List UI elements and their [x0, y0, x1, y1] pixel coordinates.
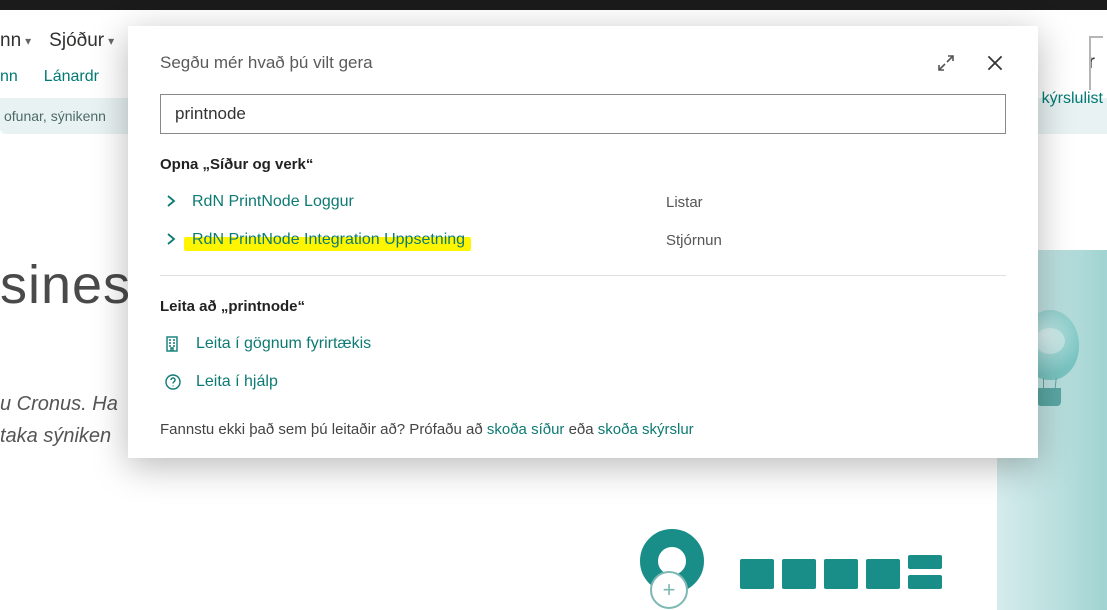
result-label: RdN PrintNode Loggur [192, 193, 354, 211]
close-button[interactable] [980, 48, 1010, 78]
building-icon [164, 335, 182, 353]
page-fold-icon [1089, 36, 1103, 90]
band-text: ofunar, sýnikenn [4, 108, 106, 124]
nav-item-label: Sjóður [49, 30, 104, 52]
tell-me-dialog: Segðu mér hvað þú vilt gera Opna „Síður … [128, 26, 1038, 458]
dialog-header-actions [932, 48, 1010, 78]
dialog-header: Segðu mér hvað þú vilt gera [128, 26, 1038, 86]
subnav-item-lanardr[interactable]: Lánardr [44, 68, 99, 86]
explore-pages-link[interactable]: skoða síður [487, 421, 565, 438]
nav-item-partial-left[interactable]: nn ▾ [0, 30, 31, 52]
nav-item-label: nn [0, 30, 21, 52]
subnav-item-right-partial[interactable]: kýrslulist [1042, 90, 1103, 108]
dialog-title: Segðu mér hvað þú vilt gera [160, 53, 373, 73]
close-icon [984, 52, 1006, 74]
highlight-mark [184, 237, 471, 251]
search-in-help-label: Leita í hjálp [196, 373, 278, 391]
result-category: Stjórnun [666, 232, 1006, 249]
search-result-row[interactable]: RdN PrintNode Integration Uppsetning Stj… [160, 221, 1006, 259]
search-input[interactable] [173, 103, 993, 125]
bg-chart-shapes: + [560, 539, 1107, 609]
chevron-right-icon [164, 194, 178, 211]
chevron-down-icon: ▾ [25, 34, 31, 48]
expand-button[interactable] [932, 49, 960, 77]
search-in-company-data[interactable]: Leita í gögnum fyrirtækis [160, 325, 1006, 363]
search-box[interactable] [160, 94, 1006, 134]
search-for-section: Leita að „printnode“ Leita í gögnum fyri… [128, 276, 1038, 401]
subnav-item[interactable]: nn [0, 68, 18, 86]
help-icon [164, 373, 182, 391]
search-in-help[interactable]: Leita í hjálp [160, 363, 1006, 401]
footer-text-prefix: Fannstu ekki það sem þú leitaðir að? Pró… [160, 421, 487, 438]
plus-glyph: + [663, 579, 676, 601]
result-label: RdN PrintNode Integration Uppsetning [192, 231, 465, 249]
footer-text-sep: eða [564, 421, 597, 438]
chevron-down-icon: ▾ [108, 34, 114, 48]
chevron-right-icon [164, 232, 178, 249]
nav-item-sjodur[interactable]: Sjóður ▾ [49, 30, 114, 52]
open-pages-section: Opna „Síður og verk“ RdN PrintNode Loggu… [128, 134, 1038, 259]
search-result-row[interactable]: RdN PrintNode Loggur Listar [160, 183, 1006, 221]
add-circle-icon[interactable]: + [650, 571, 688, 609]
section-title-search: Leita að „printnode“ [160, 298, 1006, 315]
top-dark-bar [0, 0, 1107, 10]
explore-reports-link[interactable]: skoða skýrslur [598, 421, 694, 438]
dialog-footer-hint: Fannstu ekki það sem þú leitaðir að? Pró… [128, 401, 1038, 446]
balloon-basket [1037, 388, 1061, 406]
result-category: Listar [666, 194, 1006, 211]
bar-chart-icon [740, 543, 942, 589]
search-in-company-label: Leita í gögnum fyrirtækis [196, 335, 371, 353]
expand-icon [936, 53, 956, 73]
section-title-open: Opna „Síður og verk“ [160, 156, 1006, 173]
